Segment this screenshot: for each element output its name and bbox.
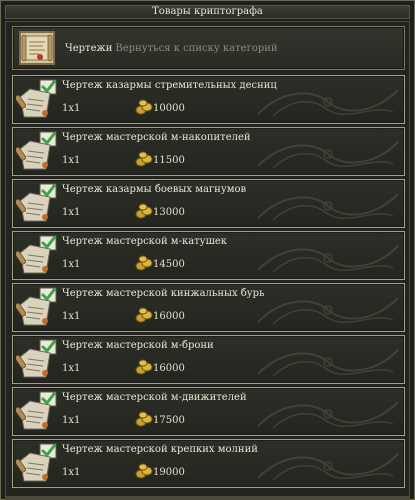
- item-name: Чертеж казармы стремительных десниц: [62, 80, 277, 91]
- item-price: 16000: [153, 311, 185, 322]
- shop-item-row[interactable]: Чертеж мастерской м-брони 1x1 16000: [12, 335, 405, 384]
- item-quantity: 1x1: [62, 103, 81, 114]
- item-quantity: 1x1: [62, 311, 81, 322]
- blueprint-scroll-icon: [19, 31, 55, 65]
- item-price: 17500: [153, 415, 185, 426]
- item-name: Чертеж мастерской м-катушек: [62, 236, 228, 247]
- gold-coins-icon: [134, 462, 154, 480]
- shop-item-row[interactable]: Чертеж казармы стремительных десниц 1x1 …: [12, 75, 405, 124]
- item-quantity: 1x1: [62, 207, 81, 218]
- item-price: 11500: [153, 155, 185, 166]
- row-ornament: [257, 297, 399, 325]
- item-quantity: 1x1: [62, 467, 81, 478]
- blueprint-item-icon: [14, 183, 58, 223]
- item-name: Чертеж казармы боевых магнумов: [62, 184, 247, 195]
- gold-coins-icon: [134, 150, 154, 168]
- row-ornament: [257, 193, 399, 221]
- item-price: 14500: [153, 259, 185, 270]
- window-title: Товары криптографа: [5, 5, 410, 19]
- row-ornament: [257, 245, 399, 273]
- shop-item-row[interactable]: Чертеж мастерской кинжальных бурь 1x1 16…: [12, 283, 405, 332]
- shop-item-row[interactable]: Чертеж казармы боевых магнумов 1x1 13000: [12, 179, 405, 228]
- item-name: Чертеж мастерской м-движителей: [62, 392, 247, 403]
- row-ornament: [257, 349, 399, 377]
- header-text: Чертежи Вернуться к списку категорий: [65, 43, 278, 55]
- item-price: 16000: [153, 363, 185, 374]
- merchant-window: Товары криптографа Чертежи Вернуться к сп…: [0, 0, 415, 500]
- category-header: Чертежи Вернуться к списку категорий: [12, 26, 405, 70]
- shop-item-row[interactable]: Чертеж мастерской м-накопителей 1x1 1150…: [12, 127, 405, 176]
- shop-item-row[interactable]: Чертеж мастерской крепких молний 1x1 190…: [12, 439, 405, 488]
- gold-coins-icon: [134, 306, 154, 324]
- item-name: Чертеж мастерской м-брони: [62, 340, 214, 351]
- row-ornament: [257, 141, 399, 169]
- category-name: Чертежи: [65, 43, 113, 54]
- item-quantity: 1x1: [62, 259, 81, 270]
- blueprint-item-icon: [14, 287, 58, 327]
- blueprint-item-icon: [14, 391, 58, 431]
- gold-coins-icon: [134, 98, 154, 116]
- gold-coins-icon: [134, 254, 154, 272]
- gold-coins-icon: [134, 202, 154, 220]
- item-price: 19000: [153, 467, 185, 478]
- gold-coins-icon: [134, 358, 154, 376]
- item-name: Чертеж мастерской кинжальных бурь: [62, 288, 265, 299]
- item-quantity: 1x1: [62, 363, 81, 374]
- item-name: Чертеж мастерской крепких молний: [62, 444, 258, 455]
- blueprint-item-icon: [14, 235, 58, 275]
- blueprint-item-icon: [14, 339, 58, 379]
- item-quantity: 1x1: [62, 155, 81, 166]
- shop-item-row[interactable]: Чертеж мастерской м-катушек 1x1 14500: [12, 231, 405, 280]
- blueprint-item-icon: [14, 79, 58, 119]
- item-name: Чертеж мастерской м-накопителей: [62, 132, 251, 143]
- blueprint-item-icon: [14, 131, 58, 171]
- item-panel: Чертежи Вернуться к списку категорий Черт…: [5, 21, 410, 497]
- back-to-categories-link[interactable]: Вернуться к списку категорий: [115, 43, 277, 54]
- item-price: 13000: [153, 207, 185, 218]
- item-quantity: 1x1: [62, 415, 81, 426]
- row-ornament: [257, 453, 399, 481]
- item-list: Чертеж казармы стремительных десниц 1x1 …: [12, 75, 405, 491]
- item-price: 10000: [153, 103, 185, 114]
- gold-coins-icon: [134, 410, 154, 428]
- row-ornament: [257, 401, 399, 429]
- row-ornament: [257, 89, 399, 117]
- shop-item-row[interactable]: Чертеж мастерской м-движителей 1x1 17500: [12, 387, 405, 436]
- blueprint-item-icon: [14, 443, 58, 483]
